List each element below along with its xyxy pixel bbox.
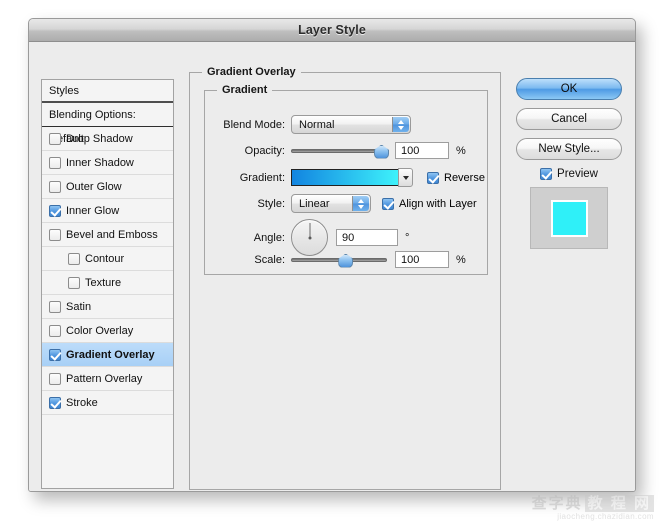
panel-title: Gradient Overlay [202,66,301,78]
style-row-inner-glow[interactable]: Inner Glow [42,199,173,223]
scale-slider-thumb[interactable] [338,253,354,268]
reverse-checkbox[interactable] [427,171,439,184]
layer-style-dialog: Layer Style Styles Blending Options: Def… [28,18,636,492]
dialog-button-column: OK Cancel New Style... Preview [516,78,622,249]
opacity-slider[interactable] [291,144,389,159]
angle-unit: ° [405,231,410,244]
styles-list-header: Styles [42,80,173,103]
style-enable-checkbox[interactable] [49,228,61,241]
style-row-pattern-overlay[interactable]: Pattern Overlay [42,367,173,391]
scale-label: Scale: [254,253,285,266]
gradient-row: Gradient: Reverse [205,168,487,187]
style-row-label: Contour [85,252,125,265]
angle-label: Angle: [253,231,285,244]
gradient-overlay-panel: Gradient Overlay Gradient Blend Mode: No… [189,66,501,490]
dialog-titlebar[interactable]: Layer Style [29,19,635,42]
watermark-text-left: 查字典 [531,495,583,512]
style-row-label: Stroke [66,396,98,409]
opacity-row: Opacity: 100 % [205,142,487,159]
style-enable-checkbox[interactable] [49,348,61,361]
reverse-label: Reverse [444,171,485,184]
gradient-label: Gradient: [239,171,285,184]
style-row-satin[interactable]: Satin [42,295,173,319]
watermark-text-right: 教 程 网 [584,495,654,512]
watermark-url: jiaocheng.chazidian.com [557,512,654,521]
style-row-texture[interactable]: Texture [42,271,173,295]
style-label: Style: [257,197,285,210]
style-row-label: Gradient Overlay [66,348,155,361]
style-row-label: Color Overlay [66,324,134,337]
style-row-label: Drop Shadow [66,132,133,145]
align-with-layer-label: Align with Layer [399,197,477,210]
scale-slider[interactable] [291,253,387,268]
style-enable-checkbox[interactable] [49,156,61,169]
preview-swatch [550,199,588,237]
gradient-group-box: Gradient Blend Mode: Normal Opacity: 100… [204,84,488,275]
blend-mode-label: Blend Mode: [223,118,285,131]
style-value: Linear [299,197,330,210]
preview-thumbnail [530,187,608,249]
style-enable-checkbox[interactable] [49,396,61,409]
style-enable-checkbox[interactable] [49,300,61,313]
scale-row: Scale: 100 % [205,251,487,268]
style-row-label: Outer Glow [66,180,122,193]
style-row-stroke[interactable]: Stroke [42,391,173,415]
style-select[interactable]: Linear [291,194,371,213]
ok-button[interactable]: OK [516,78,622,100]
style-row-color-overlay[interactable]: Color Overlay [42,319,173,343]
angle-dial-hub [308,236,311,239]
style-row: Style: Linear Align with Layer [205,194,487,213]
align-with-layer-checkbox[interactable] [382,197,394,210]
style-row-label: Inner Glow [66,204,120,217]
site-watermark: 查字典教 程 网 jiaocheng.chazidian.com [531,495,654,522]
opacity-label: Opacity: [244,144,285,157]
style-row-label: Pattern Overlay [66,372,143,385]
dialog-body: Styles Blending Options: Default Drop Sh… [29,42,635,491]
style-enable-checkbox[interactable] [49,324,61,337]
preview-checkbox[interactable] [540,168,553,180]
blend-mode-select[interactable]: Normal [291,115,411,134]
opacity-input[interactable]: 100 [395,142,449,159]
blend-mode-value: Normal [299,118,335,131]
style-enable-checkbox[interactable] [49,204,61,217]
chevron-updown-icon [392,117,409,132]
blend-mode-row: Blend Mode: Normal [205,115,487,134]
styles-rows-container: Drop Shadow Inner Shadow Outer Glow Inner G… [42,127,173,415]
opacity-slider-track [291,148,387,153]
style-enable-checkbox[interactable] [68,252,80,265]
gradient-picker[interactable] [291,168,413,187]
blending-options-row[interactable]: Blending Options: Default [42,103,173,145]
scale-input[interactable]: 100 [395,251,449,268]
cancel-button[interactable]: Cancel [516,108,622,130]
opacity-slider-thumb[interactable] [374,144,389,159]
styles-list-panel: Styles Blending Options: Default Drop Sh… [41,79,174,489]
chevron-updown-icon [352,196,369,211]
style-row-label: Texture [85,276,122,289]
style-enable-checkbox[interactable] [49,372,61,385]
gradient-preset-dropdown[interactable] [398,168,413,187]
style-row-inner-shadow[interactable]: Inner Shadow [42,151,173,175]
gradient-group-title: Gradient [217,84,273,96]
style-enable-checkbox[interactable] [49,132,61,145]
new-style-button[interactable]: New Style... [516,138,622,160]
angle-input[interactable]: 90 [336,229,398,246]
dialog-title: Layer Style [298,23,366,37]
preview-toggle-row[interactable]: Preview [516,168,622,180]
opacity-unit: % [456,144,466,157]
style-enable-checkbox[interactable] [49,180,61,193]
style-row-bevel-and-emboss[interactable]: Bevel and Emboss [42,223,173,247]
watermark-title: 查字典教 程 网 [531,495,654,512]
style-row-label: Inner Shadow [66,156,134,169]
scale-unit: % [456,253,466,266]
style-row-outer-glow[interactable]: Outer Glow [42,175,173,199]
gradient-swatch[interactable] [291,169,399,186]
style-enable-checkbox[interactable] [68,276,80,289]
style-row-label: Bevel and Emboss [66,228,158,241]
style-row-contour[interactable]: Contour [42,247,173,271]
style-row-gradient-overlay[interactable]: Gradient Overlay [42,343,173,367]
chevron-down-icon [402,175,409,180]
style-row-label: Satin [66,300,92,313]
preview-label: Preview [557,168,598,180]
